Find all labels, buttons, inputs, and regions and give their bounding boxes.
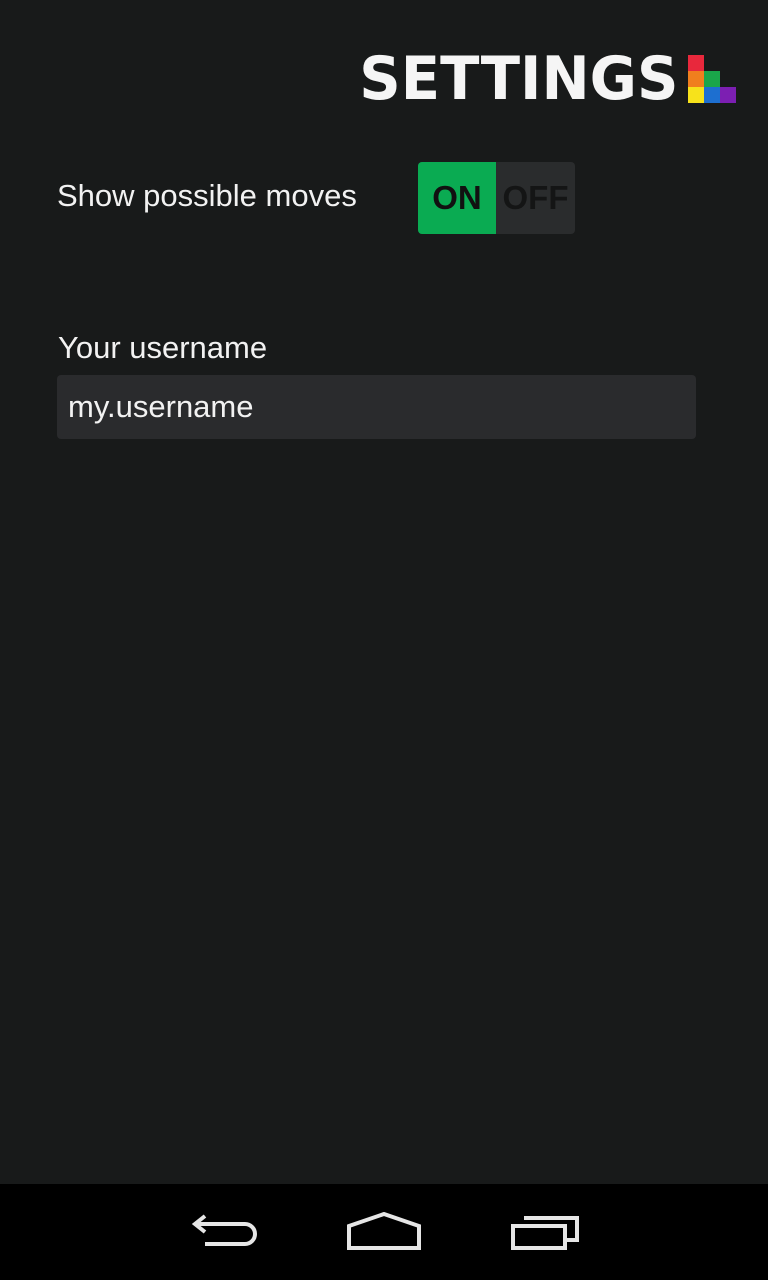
logo-block-purple	[720, 87, 736, 103]
logo-block-green	[704, 71, 720, 87]
recent-apps-button[interactable]	[491, 1184, 601, 1280]
recent-apps-icon	[511, 1216, 579, 1250]
logo-block-blue	[704, 87, 720, 103]
username-label: Your username	[58, 330, 268, 365]
show-moves-setting: Show possible moves ON OFF	[57, 162, 697, 234]
home-icon	[347, 1212, 421, 1250]
username-input[interactable]	[57, 375, 696, 439]
logo-block-orange	[688, 71, 704, 87]
toggle-off-option[interactable]: OFF	[496, 162, 575, 234]
navigation-bar	[0, 1184, 768, 1280]
back-arrow-icon	[191, 1214, 257, 1246]
logo-block-yellow	[688, 87, 704, 103]
logo-block-red	[688, 55, 704, 71]
toggle-on-option[interactable]: ON	[418, 162, 496, 234]
back-button[interactable]	[169, 1184, 279, 1280]
show-moves-label: Show possible moves	[57, 178, 357, 213]
colored-blocks-logo	[688, 55, 736, 103]
home-button[interactable]	[329, 1184, 439, 1280]
page-title: SETTINGS	[358, 44, 678, 114]
header: SETTINGS	[346, 44, 736, 114]
show-moves-toggle[interactable]: ON OFF	[418, 162, 575, 234]
